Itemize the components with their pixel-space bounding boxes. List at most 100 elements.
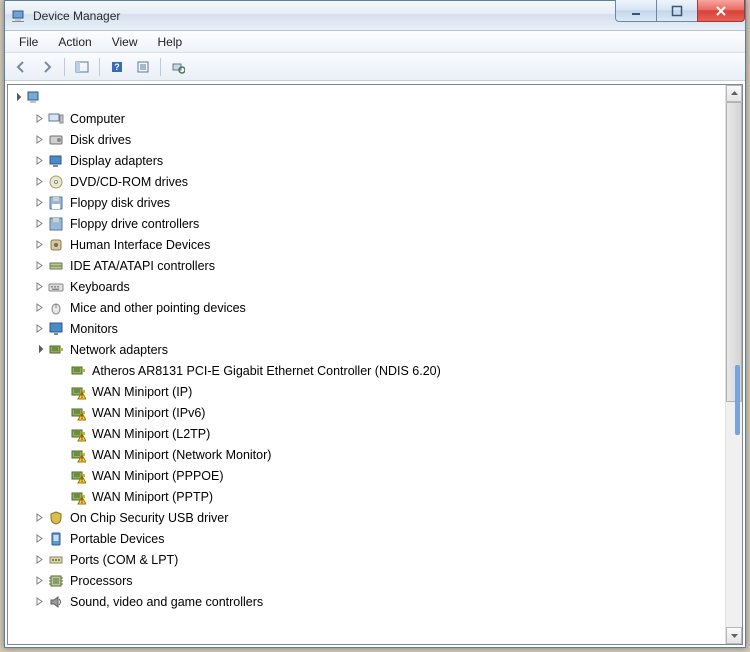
menu-help[interactable]: Help <box>148 33 193 51</box>
category-label: Human Interface Devices <box>68 235 212 255</box>
vertical-scrollbar[interactable] <box>725 85 742 644</box>
forward-button[interactable] <box>35 56 59 78</box>
mouse-icon <box>48 300 64 316</box>
expand-icon[interactable] <box>32 574 46 588</box>
nic-icon-warning: ! <box>70 489 86 505</box>
svg-text:?: ? <box>114 62 120 72</box>
toolbar-separator <box>160 58 161 76</box>
tree-category[interactable]: Disk drives <box>10 129 740 150</box>
expand-icon[interactable] <box>32 301 46 315</box>
tree-category[interactable]: Ports (COM & LPT) <box>10 549 740 570</box>
expander-placeholder <box>54 427 68 441</box>
device-tree[interactable]: ComputerDisk drivesDisplay adaptersDVD/C… <box>8 85 742 614</box>
nic-icon-warning: ! <box>70 405 86 421</box>
expand-icon[interactable] <box>32 322 46 336</box>
expander-placeholder <box>54 364 68 378</box>
tree-category[interactable]: Mice and other pointing devices <box>10 297 740 318</box>
category-label: Processors <box>68 571 135 591</box>
tree-device[interactable]: ! WAN Miniport (PPPOE) <box>10 465 740 486</box>
device-label: WAN Miniport (IP) <box>90 382 194 402</box>
expander-placeholder <box>54 448 68 462</box>
tree-category[interactable]: Processors <box>10 570 740 591</box>
titlebar[interactable]: Device Manager <box>5 1 745 31</box>
device-label: WAN Miniport (Network Monitor) <box>90 445 273 465</box>
tree-category[interactable]: Human Interface Devices <box>10 234 740 255</box>
toolbar-separator <box>64 58 65 76</box>
help-button[interactable]: ? <box>105 56 129 78</box>
expand-icon[interactable] <box>32 175 46 189</box>
tree-category[interactable]: Keyboards <box>10 276 740 297</box>
security-icon <box>48 510 64 526</box>
collapse-icon[interactable] <box>32 343 46 357</box>
tree-category[interactable]: Monitors <box>10 318 740 339</box>
nic-icon <box>70 363 86 379</box>
tree-category[interactable]: Floppy drive controllers <box>10 213 740 234</box>
tree-category[interactable]: Display adapters <box>10 150 740 171</box>
menu-file[interactable]: File <box>9 33 48 51</box>
menu-view[interactable]: View <box>102 33 148 51</box>
toolbar-separator <box>99 58 100 76</box>
category-label: Keyboards <box>68 277 132 297</box>
properties-button[interactable] <box>131 56 155 78</box>
minimize-button[interactable] <box>615 0 657 22</box>
svg-text:!: ! <box>81 478 83 484</box>
cpu-icon <box>48 573 64 589</box>
tree-device[interactable]: !WAN Miniport (L2TP) <box>10 423 740 444</box>
scrollbar-position-indicator <box>735 365 740 435</box>
tree-device[interactable]: !WAN Miniport (IPv6) <box>10 402 740 423</box>
tree-category[interactable]: DVD/CD-ROM drives <box>10 171 740 192</box>
computer-root-icon <box>26 90 42 106</box>
expand-icon[interactable] <box>32 196 46 210</box>
tree-category[interactable]: IDE ATA/ATAPI controllers <box>10 255 740 276</box>
expand-icon[interactable] <box>32 154 46 168</box>
svg-text:!: ! <box>81 436 83 442</box>
tree-device[interactable]: Atheros AR8131 PCI-E Gigabit Ethernet Co… <box>10 360 740 381</box>
toolbar: ? <box>5 53 745 81</box>
monitor-icon <box>48 321 64 337</box>
expand-icon[interactable] <box>32 280 46 294</box>
expander-placeholder <box>54 385 68 399</box>
expand-icon[interactable] <box>32 511 46 525</box>
close-button[interactable] <box>697 0 745 22</box>
expander-placeholder <box>54 469 68 483</box>
category-label: Monitors <box>68 319 120 339</box>
tree-device[interactable]: !WAN Miniport (PPTP) <box>10 486 740 507</box>
dvd-icon <box>48 174 64 190</box>
tree-root[interactable] <box>10 87 740 108</box>
portable-icon <box>48 531 64 547</box>
device-label: Atheros AR8131 PCI-E Gigabit Ethernet Co… <box>90 361 443 381</box>
device-label: WAN Miniport (PPTP) <box>90 487 215 507</box>
expand-icon[interactable] <box>32 112 46 126</box>
scan-hardware-button[interactable] <box>166 56 190 78</box>
expander-icon[interactable] <box>10 91 24 105</box>
expand-icon[interactable] <box>32 238 46 252</box>
maximize-button[interactable] <box>656 0 698 22</box>
expand-icon[interactable] <box>32 553 46 567</box>
scrollbar-thumb[interactable] <box>726 102 742 402</box>
tree-category[interactable]: Computer <box>10 108 740 129</box>
expand-icon[interactable] <box>32 217 46 231</box>
expand-icon[interactable] <box>32 595 46 609</box>
tree-device[interactable]: !WAN Miniport (Network Monitor) <box>10 444 740 465</box>
tree-category[interactable]: Sound, video and game controllers <box>10 591 740 612</box>
expand-icon[interactable] <box>32 532 46 546</box>
floppy-icon <box>48 195 64 211</box>
expand-icon[interactable] <box>32 259 46 273</box>
menubar: File Action View Help <box>5 31 745 53</box>
tree-category[interactable]: Portable Devices <box>10 528 740 549</box>
device-label: WAN Miniport (PPPOE) <box>90 466 226 486</box>
back-button[interactable] <box>9 56 33 78</box>
show-hide-tree-button[interactable] <box>70 56 94 78</box>
menu-action[interactable]: Action <box>48 33 101 51</box>
app-icon <box>11 8 27 24</box>
scroll-down-button[interactable] <box>726 627 742 644</box>
tree-category[interactable]: On Chip Security USB driver <box>10 507 740 528</box>
expand-icon[interactable] <box>32 133 46 147</box>
window-title: Device Manager <box>33 9 120 23</box>
tree-device[interactable]: !WAN Miniport (IP) <box>10 381 740 402</box>
scroll-up-button[interactable] <box>726 85 742 102</box>
tree-category[interactable]: Network adapters <box>10 339 740 360</box>
tree-category[interactable]: Floppy disk drives <box>10 192 740 213</box>
keyboard-icon <box>48 279 64 295</box>
svg-text:!: ! <box>81 415 83 421</box>
